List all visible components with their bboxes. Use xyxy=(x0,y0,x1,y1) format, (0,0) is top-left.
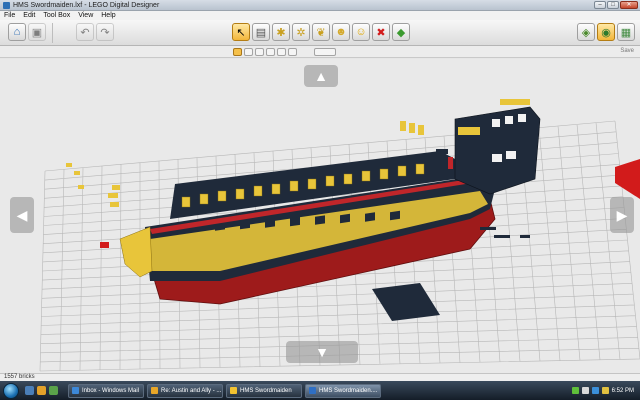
app-icon xyxy=(3,1,10,9)
menu-bar: File Edit Tool Box View Help xyxy=(0,11,640,20)
browser-window-icon xyxy=(151,387,158,394)
taskbar-item-mail[interactable]: Inbox - Windows Mail xyxy=(68,383,144,398)
close-button[interactable]: ✕ xyxy=(620,1,638,9)
menu-edit[interactable]: Edit xyxy=(23,12,35,19)
redo-button[interactable]: ↷ xyxy=(96,23,114,41)
media-icon[interactable] xyxy=(49,386,58,395)
update-icon[interactable] xyxy=(591,387,599,394)
decorate-tool-icon[interactable]: ☺ xyxy=(352,23,370,41)
shape-select-icon[interactable] xyxy=(277,48,286,56)
hide-tool-icon[interactable]: ◆ xyxy=(392,23,410,41)
status-bar: 1557 bricks xyxy=(0,373,640,381)
paint-tool-icon[interactable]: ☻ xyxy=(332,23,350,41)
menu-file[interactable]: File xyxy=(4,12,15,19)
browser-icon[interactable] xyxy=(37,386,46,395)
camera-up-icon[interactable]: ▲ xyxy=(304,65,338,87)
maximize-button[interactable]: □ xyxy=(607,1,619,9)
select-tool-icon[interactable]: ↖ xyxy=(232,23,250,41)
menu-help[interactable]: Help xyxy=(101,12,115,19)
network-icon[interactable] xyxy=(571,387,579,394)
3d-viewport[interactable]: ▲ ◀ ▶ ▼ xyxy=(0,59,640,373)
camera-right-icon[interactable]: ▶ xyxy=(610,197,634,233)
system-tray: 6:52 PM xyxy=(571,381,640,400)
instructions-mode-icon[interactable]: ▦ xyxy=(617,23,635,41)
scene-canvas[interactable] xyxy=(0,59,640,373)
mail-icon xyxy=(72,387,79,394)
main-toolbar: ⌂ ▣ ↶ ↷ ↖ ▤ ✱ ✲ ❦ ☻ ☺ ✖ ◆ ◈ ◉ ▦ xyxy=(0,20,640,46)
build-mode-icon[interactable]: ◈ xyxy=(577,23,595,41)
minimize-button[interactable]: – xyxy=(594,1,606,9)
undo-button[interactable]: ↶ xyxy=(76,23,94,41)
view-mode-icon[interactable]: ◉ xyxy=(597,23,615,41)
ship-model[interactable] xyxy=(108,99,541,305)
start-button[interactable] xyxy=(3,382,19,399)
flex-tool-icon[interactable]: ❦ xyxy=(312,23,330,41)
hinge-align-tool-icon[interactable]: ✲ xyxy=(292,23,310,41)
save-button[interactable]: Save xyxy=(620,48,634,54)
menu-view[interactable]: View xyxy=(78,12,93,19)
taskbar: Inbox - Windows Mail Re: Austin and Ally… xyxy=(0,381,640,400)
folder-icon xyxy=(230,387,237,394)
camera-left-icon[interactable]: ◀ xyxy=(10,197,34,233)
window-title: HMS Swordmaiden.lxf - LEGO Digital Desig… xyxy=(13,1,160,9)
taskbar-item-browser[interactable]: Re: Austin and Ally - ... xyxy=(147,383,223,398)
multi-select-icon[interactable] xyxy=(244,48,253,56)
save-file-button[interactable]: ▣ xyxy=(28,23,46,41)
group-icon[interactable] xyxy=(314,48,336,56)
lego-designer-icon xyxy=(309,387,316,394)
invert-select-icon[interactable] xyxy=(288,48,297,56)
volume-icon[interactable] xyxy=(581,387,589,394)
clone-tool-icon[interactable]: ▤ xyxy=(252,23,270,41)
quick-launch xyxy=(25,386,58,395)
clock[interactable]: 6:52 PM xyxy=(612,388,634,394)
security-icon[interactable] xyxy=(601,387,609,394)
single-select-icon[interactable] xyxy=(233,48,242,56)
menu-tool-box[interactable]: Tool Box xyxy=(43,12,70,19)
camera-down-icon[interactable]: ▼ xyxy=(286,341,358,363)
home-button[interactable]: ⌂ xyxy=(8,23,26,41)
color-select-icon[interactable] xyxy=(266,48,275,56)
delete-tool-icon[interactable]: ✖ xyxy=(372,23,390,41)
window-controls: – □ ✕ xyxy=(594,1,638,9)
title-bar: HMS Swordmaiden.lxf - LEGO Digital Desig… xyxy=(0,0,640,11)
brick-count: 1557 bricks xyxy=(4,374,35,380)
taskbar-item-folder[interactable]: HMS Swordmaiden xyxy=(226,383,302,398)
show-desktop-icon[interactable] xyxy=(25,386,34,395)
connected-select-icon[interactable] xyxy=(255,48,264,56)
toolbar-separator xyxy=(52,23,53,43)
taskbar-item-lego-designer[interactable]: HMS Swordmaiden.... xyxy=(305,383,381,398)
hinge-tool-icon[interactable]: ✱ xyxy=(272,23,290,41)
sub-toolbar: Save xyxy=(0,46,640,58)
